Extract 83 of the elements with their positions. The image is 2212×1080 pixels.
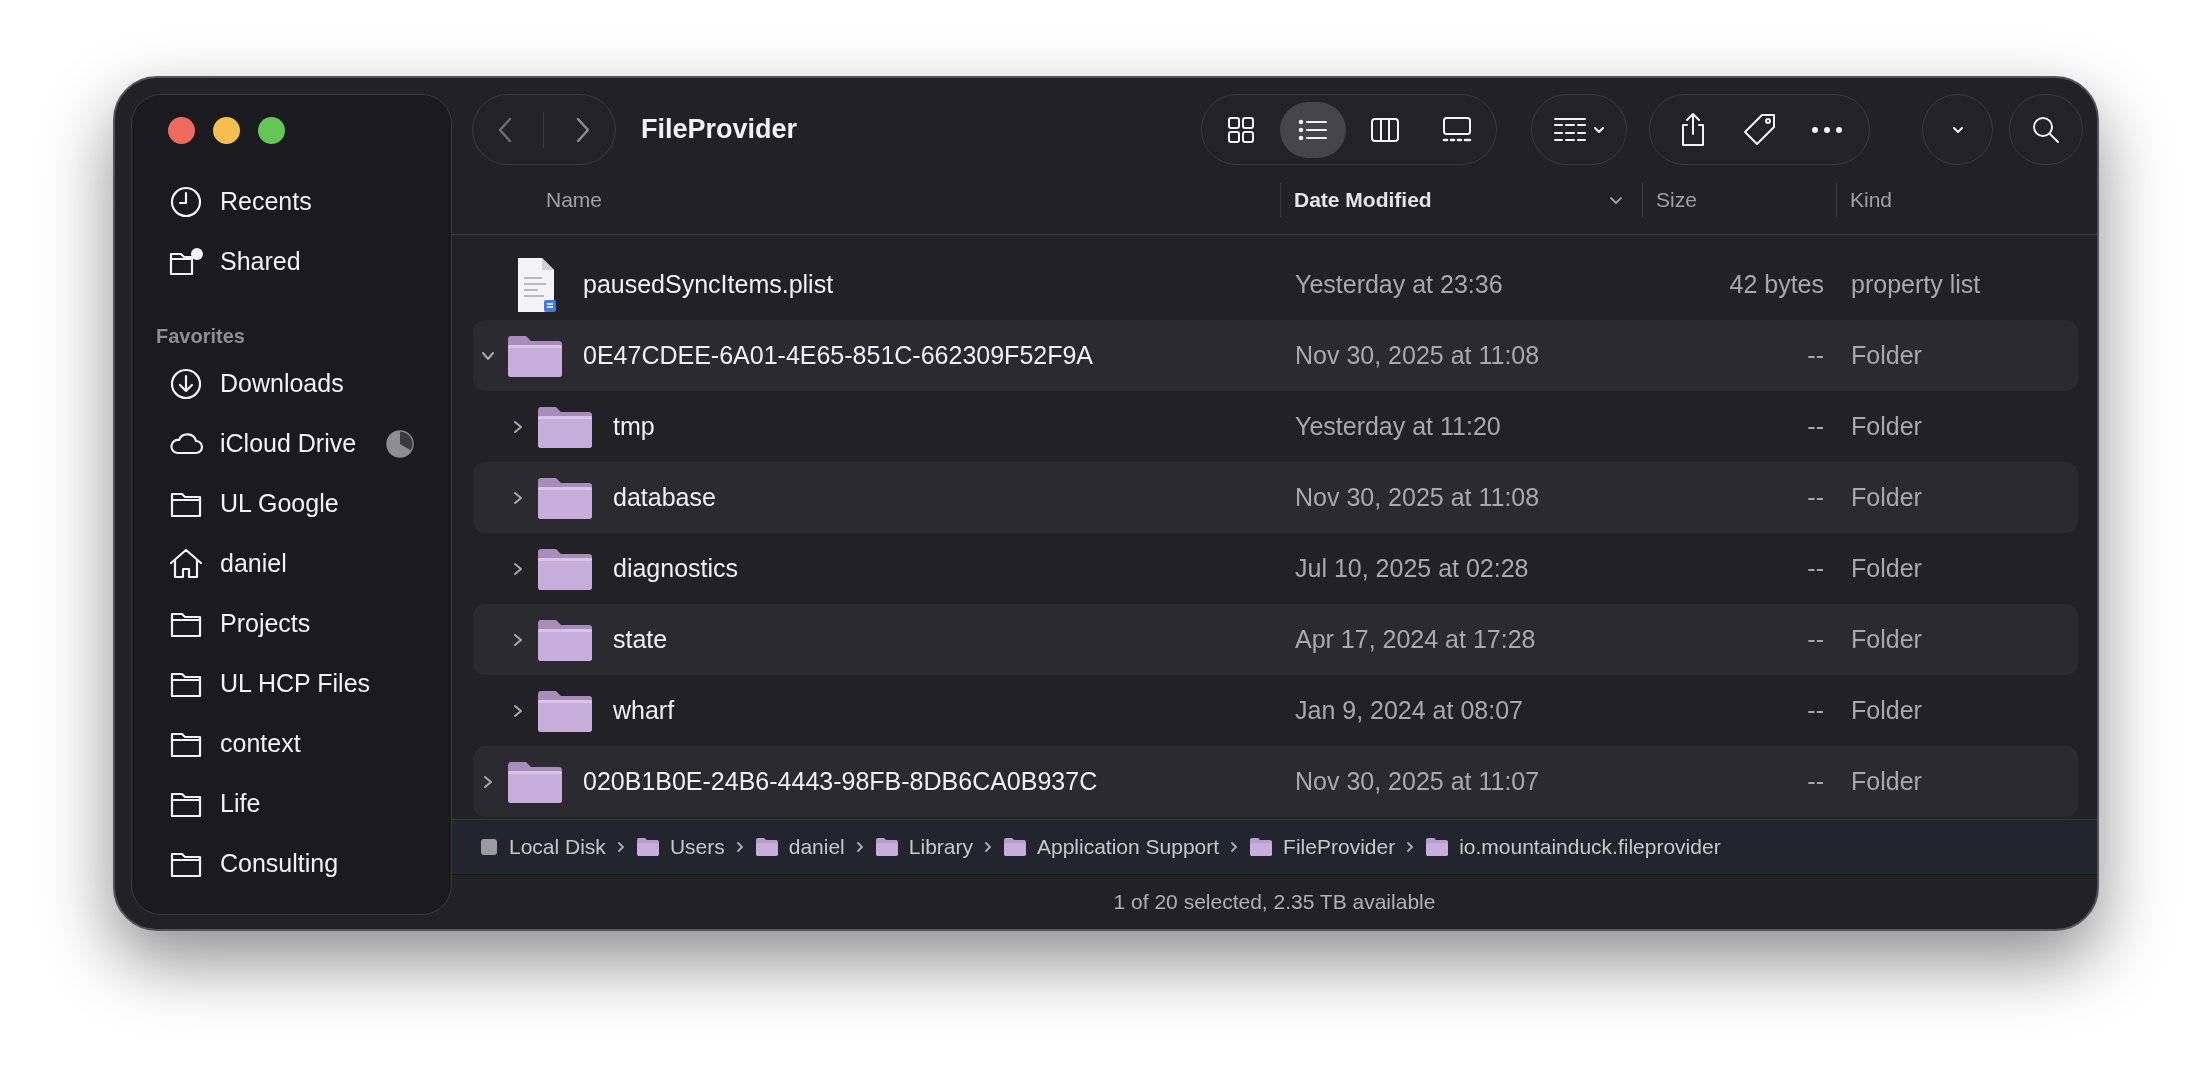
sidebar-item[interactable]: context — [168, 714, 415, 774]
file-name: database — [613, 481, 716, 513]
date-modified: Nov 30, 2025 at 11:08 — [1294, 481, 1541, 513]
column-header[interactable]: Date Modified — [1294, 183, 1432, 216]
file-kind: Folder — [1850, 410, 1922, 442]
path-separator-icon — [734, 840, 745, 854]
file-row[interactable]: 0E47CDEE-6A01-4E65-851C-662309F52F9A Nov 30, 2025 at 11:08 -- Folder — [473, 320, 2078, 391]
path-item[interactable]: Local Disk — [479, 831, 606, 863]
column-header[interactable]: Size — [1656, 183, 1697, 216]
file-name: diagnostics — [613, 552, 739, 584]
date-modified: Yesterday at 11:20 — [1294, 410, 1502, 442]
file-size: -- — [1807, 623, 1824, 655]
download-icon — [168, 366, 204, 402]
file-size: -- — [1807, 694, 1824, 726]
folder-icon — [1003, 837, 1027, 857]
sidebar-item[interactable]: Life — [168, 774, 415, 834]
more-icon[interactable] — [1809, 124, 1844, 135]
file-row[interactable]: diagnostics Jul 10, 2025 at 02:28 -- Folder — [473, 533, 2078, 604]
minimize-button[interactable] — [213, 117, 240, 144]
file-name: pausedSyncItems.plist — [583, 268, 834, 300]
date-modified: Apr 17, 2024 at 17:28 — [1294, 623, 1537, 655]
path-separator-icon — [615, 840, 626, 854]
file-kind: property list — [1850, 268, 1981, 300]
file-name: wharf — [613, 694, 675, 726]
path-separator-icon — [854, 840, 865, 854]
file-name: 020B1B0E-24B6-4443-98FB-8DB6CA0B937C — [583, 765, 1098, 797]
file-row[interactable]: wharf Jan 9, 2024 at 08:07 -- Folder — [473, 675, 2078, 746]
file-name: state — [613, 623, 668, 655]
file-name: tmp — [613, 410, 655, 442]
date-modified: Yesterday at 23:36 — [1294, 268, 1504, 300]
file-row[interactable]: tmp Yesterday at 11:20 -- Folder — [473, 391, 2078, 462]
path-item[interactable]: Application Support — [1003, 831, 1220, 863]
sidebar-item[interactable]: Projects — [168, 594, 415, 654]
date-modified: Jan 9, 2024 at 08:07 — [1294, 694, 1524, 726]
folder-icon — [1425, 837, 1450, 857]
file-row[interactable]: pausedSyncItems.plist Yesterday at 23:36 42 bytes property list — [473, 249, 2078, 320]
sidebar-item[interactable]: Recents — [168, 172, 415, 232]
sidebar-item[interactable]: iCloud Drive — [168, 414, 415, 474]
folder-icon — [754, 837, 779, 857]
file-size: -- — [1807, 339, 1824, 371]
zoom-button[interactable] — [258, 117, 285, 144]
file-kind: Folder — [1850, 765, 1922, 797]
path-separator-icon — [1405, 840, 1416, 854]
sidebar-item[interactable]: UL Google — [168, 474, 415, 534]
file-size: -- — [1807, 765, 1824, 797]
file-name: 0E47CDEE-6A01-4E65-851C-662309F52F9A — [583, 339, 1094, 371]
file-size: -- — [1807, 552, 1824, 584]
file-size: -- — [1807, 481, 1824, 513]
path-item[interactable]: Users — [635, 831, 725, 863]
path-item[interactable]: daniel — [754, 831, 845, 863]
path-separator-icon — [1229, 840, 1240, 854]
sidebar-item[interactable]: Consulting — [168, 834, 415, 894]
file-kind: Folder — [1850, 481, 1922, 513]
sidebar-item[interactable]: Shared — [168, 232, 415, 292]
folder-icon — [635, 837, 660, 857]
path-item[interactable]: Library — [874, 831, 973, 863]
column-header[interactable]: Kind — [1850, 183, 1893, 216]
path-item[interactable]: FileProvider — [1249, 831, 1396, 863]
date-modified: Jul 10, 2025 at 02:28 — [1294, 552, 1530, 584]
file-kind: Folder — [1850, 552, 1922, 584]
window-title: FileProvider — [641, 113, 798, 147]
column-header[interactable]: Name — [546, 183, 603, 216]
file-size: -- — [1807, 410, 1824, 442]
path-item[interactable]: io.mountainduck.fileprovider — [1425, 831, 1721, 863]
status-text: 1 of 20 selected, 2.35 TB available — [1113, 889, 1436, 916]
file-row[interactable]: 020B1B0E-24B6-4443-98FB-8DB6CA0B937C Nov 30, 2025 at 11:07 -- Folder — [473, 746, 2078, 817]
file-kind: Folder — [1850, 339, 1922, 371]
folder-icon — [1249, 837, 1274, 857]
file-kind: Folder — [1850, 623, 1922, 655]
file-row[interactable]: database Nov 30, 2025 at 11:08 -- Folder — [473, 462, 2078, 533]
sidebar-item[interactable]: UL HCP Files — [168, 654, 415, 714]
path-separator-icon — [983, 840, 993, 854]
file-size: 42 bytes — [1729, 268, 1824, 300]
sidebar-section-title: Favorites — [156, 324, 246, 349]
sidebar-item[interactable]: Downloads — [168, 354, 415, 414]
clock-icon — [168, 184, 204, 220]
close-button[interactable] — [168, 117, 195, 144]
date-modified: Nov 30, 2025 at 11:08 — [1294, 339, 1541, 371]
date-modified: Nov 30, 2025 at 11:07 — [1294, 765, 1541, 797]
folder-icon — [874, 837, 899, 857]
file-kind: Folder — [1850, 694, 1922, 726]
file-row[interactable]: state Apr 17, 2024 at 17:28 -- Folder — [473, 604, 2078, 675]
sidebar-item[interactable]: daniel — [168, 534, 415, 594]
